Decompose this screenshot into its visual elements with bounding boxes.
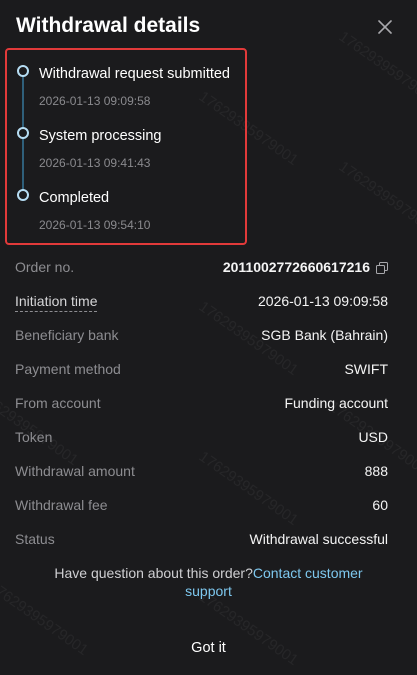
detail-value: SGB Bank (Bahrain) (261, 327, 388, 343)
timeline-step-time: 2026-01-13 09:09:58 (39, 94, 151, 108)
order-number-value: 2011002772660617216 (222, 259, 370, 275)
timeline-step-label: System processing (39, 128, 162, 144)
modal-header: Withdrawal details (16, 14, 401, 44)
detail-value: Funding account (284, 395, 388, 411)
detail-label: Status (15, 531, 55, 547)
timeline-step-completed: Completed 2026-01-13 09:54:10 (7, 176, 245, 232)
detail-label: Beneficiary bank (15, 327, 119, 343)
detail-row-payment-method: Payment method SWIFT (15, 359, 388, 393)
detail-row-order-no: Order no. 2011002772660617216 (15, 257, 388, 291)
copy-icon (376, 262, 388, 274)
detail-row-beneficiary-bank: Beneficiary bank SGB Bank (Bahrain) (15, 325, 388, 359)
initiation-time-tooltip-label[interactable]: Initiation time (15, 293, 98, 312)
status-timeline: Withdrawal request submitted 2026-01-13 … (5, 48, 247, 245)
detail-value: 2026-01-13 09:09:58 (258, 293, 388, 309)
detail-label: From account (15, 395, 101, 411)
timeline-step-label: Completed (39, 190, 110, 206)
detail-label: Withdrawal fee (15, 497, 108, 513)
timeline-step-submitted: Withdrawal request submitted 2026-01-13 … (7, 52, 245, 108)
timeline-dot-icon (17, 189, 29, 201)
watermark: 17629395979001 (195, 588, 302, 669)
detail-label: Token (15, 429, 53, 445)
detail-row-withdrawal-fee: Withdrawal fee 60 (15, 495, 388, 529)
detail-row-initiation-time: Initiation time 2026-01-13 09:09:58 (15, 291, 388, 325)
detail-value: 60 (372, 497, 388, 513)
close-icon (378, 20, 392, 34)
detail-value: USD (358, 429, 388, 445)
timeline-step-processing: System processing 2026-01-13 09:41:43 (7, 114, 245, 170)
status-value: Withdrawal successful (249, 531, 389, 547)
detail-label: Withdrawal amount (15, 463, 135, 479)
detail-row-withdrawal-amount: Withdrawal amount 888 (15, 461, 388, 495)
detail-value: SWIFT (344, 361, 388, 377)
timeline-step-label: Withdrawal request submitted (39, 66, 230, 82)
timeline-step-time: 2026-01-13 09:41:43 (39, 156, 151, 170)
modal-title: Withdrawal details (16, 14, 201, 37)
timeline-dot-icon (17, 65, 29, 77)
watermark: 17629395979001 (335, 158, 417, 239)
contact-support-link-line2[interactable]: support (185, 583, 232, 599)
detail-row-token: Token USD (15, 427, 388, 461)
detail-label: Payment method (15, 361, 121, 377)
timeline-step-time: 2026-01-13 09:54:10 (39, 218, 151, 232)
detail-row-status: Status Withdrawal successful (15, 529, 388, 563)
copy-button[interactable] (376, 261, 388, 274)
detail-value: 888 (364, 463, 388, 479)
close-button[interactable] (375, 17, 395, 37)
got-it-button[interactable]: Got it (0, 640, 417, 656)
detail-label: Order no. (15, 259, 75, 275)
detail-row-from-account: From account Funding account (15, 393, 388, 427)
help-question: Have question about this order? (54, 565, 253, 581)
timeline-dot-icon (17, 127, 29, 139)
contact-support-link-line1[interactable]: Contact customer (253, 565, 363, 581)
details-list: Order no. 2011002772660617216 Initiation… (15, 257, 388, 563)
help-text: Have question about this order?Contact c… (0, 564, 417, 600)
